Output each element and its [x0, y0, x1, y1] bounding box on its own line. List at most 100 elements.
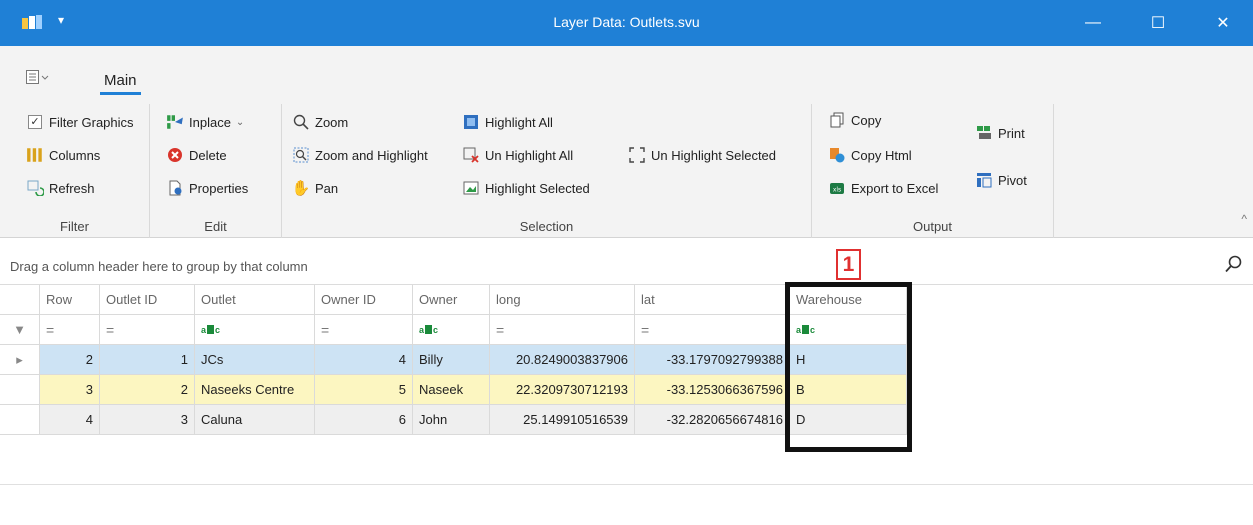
table-cell[interactable]: Naseek — [413, 375, 490, 405]
title-bar: ▾ Layer Data: Outlets.svu — ☐ ✕ — [0, 0, 1253, 46]
search-icon[interactable] — [1225, 255, 1243, 273]
table-cell[interactable]: 1 — [100, 345, 195, 375]
zoom-and-highlight-label: Zoom and Highlight — [315, 147, 428, 163]
pivot-button[interactable]: Pivot — [975, 169, 1027, 191]
table-cell[interactable]: 3 — [40, 375, 100, 405]
highlight-all-button[interactable]: Highlight All — [462, 111, 553, 133]
highlight-all-label: Highlight All — [485, 114, 553, 130]
columns-button[interactable]: Columns — [26, 144, 100, 166]
excel-icon: xls — [830, 183, 844, 194]
maximize-button[interactable]: ☐ — [1128, 0, 1188, 46]
equals-operator-icon: = — [106, 321, 114, 338]
un-highlight-selected-icon — [629, 147, 645, 163]
minimize-button[interactable]: — — [1063, 0, 1123, 46]
filter-row-icon: ▼ — [0, 315, 40, 345]
tab-main[interactable]: Main — [100, 72, 140, 95]
table-cell[interactable]: 3 — [100, 405, 195, 435]
row-indicator-header — [0, 285, 40, 315]
delete-button[interactable]: Delete — [166, 144, 227, 166]
table-cell[interactable]: -33.1797092799388 — [635, 345, 790, 375]
export-to-excel-button[interactable]: xls Export to Excel — [828, 177, 938, 199]
table-cell[interactable]: Caluna — [195, 405, 315, 435]
table-cell[interactable]: 2 — [100, 375, 195, 405]
filter-graphics-checkbox[interactable]: ✓ Filter Graphics — [26, 111, 134, 133]
table-cell[interactable]: 20.8249003837906 — [490, 345, 635, 375]
table-cell[interactable]: Naseeks Centre — [195, 375, 315, 405]
output-group: Copy Copy Html xls Export to Excel Print — [812, 104, 1054, 238]
hand-icon: ✋ — [291, 180, 311, 197]
inplace-dropdown[interactable]: Inplace ⌄ — [166, 111, 244, 133]
app-menu-icon[interactable] — [26, 70, 50, 84]
table-cell[interactable]: John — [413, 405, 490, 435]
print-label: Print — [998, 125, 1025, 141]
zoom-highlight-icon — [293, 147, 309, 163]
copy-button[interactable]: Copy — [828, 109, 881, 131]
group-by-panel[interactable]: Drag a column header here to group by th… — [0, 239, 1253, 285]
copy-icon — [830, 112, 844, 128]
table-cell[interactable]: 6 — [315, 405, 413, 435]
row-indicator[interactable] — [0, 375, 40, 405]
columns-label: Columns — [49, 147, 101, 163]
table-cell[interactable]: 2 — [40, 345, 100, 375]
table-cell[interactable]: Billy — [413, 345, 490, 375]
highlight-selected-icon — [463, 181, 479, 195]
edit-group-label: Edit — [204, 219, 227, 234]
annotation-number-badge: 1 — [836, 249, 861, 280]
pan-button[interactable]: ✋ Pan — [292, 177, 338, 199]
print-button[interactable]: Print — [975, 122, 1025, 144]
highlight-all-icon — [464, 115, 478, 129]
filter-cell-outlet-id[interactable]: = — [100, 315, 195, 345]
filter-cell-outlet[interactable]: ac — [195, 315, 315, 345]
refresh-button[interactable]: Refresh — [26, 177, 95, 199]
delete-label: Delete — [189, 147, 227, 163]
filter-cell-owner[interactable]: ac — [413, 315, 490, 345]
filter-cell-row[interactable]: = — [40, 315, 100, 345]
print-icon — [977, 126, 991, 139]
table-cell[interactable]: 5 — [315, 375, 413, 405]
table-cell[interactable]: 25.149910516539 — [490, 405, 635, 435]
highlight-selected-button[interactable]: Highlight Selected — [462, 177, 590, 199]
un-highlight-selected-button[interactable]: Un Highlight Selected — [628, 144, 776, 166]
filter-cell-lat[interactable]: = — [635, 315, 790, 345]
selection-group: Zoom Zoom and Highlight ✋ Pan Highlight … — [282, 104, 812, 238]
column-header-row[interactable]: Row — [40, 285, 100, 315]
focused-row-indicator[interactable]: ▸ — [0, 345, 40, 375]
filter-cell-long[interactable]: = — [490, 315, 635, 345]
filter-cell-owner-id[interactable]: = — [315, 315, 413, 345]
table-cell[interactable]: JCs — [195, 345, 315, 375]
zoom-and-highlight-button[interactable]: Zoom and Highlight — [292, 144, 428, 166]
close-button[interactable]: ✕ — [1193, 0, 1253, 46]
copy-html-button[interactable]: Copy Html — [828, 144, 912, 166]
contains-operator-icon: ac — [419, 324, 439, 335]
table-cell[interactable]: 4 — [40, 405, 100, 435]
columns-icon — [27, 148, 42, 162]
export-to-excel-label: Export to Excel — [851, 180, 939, 196]
data-grid: Row Outlet ID Outlet Owner ID Owner long… — [0, 285, 1253, 525]
equals-operator-icon: = — [641, 321, 649, 338]
column-header-outlet[interactable]: Outlet — [195, 285, 315, 315]
copy-label: Copy — [851, 112, 882, 128]
filter-group-label: Filter — [60, 219, 89, 234]
copy-html-icon — [830, 148, 845, 163]
column-header-long[interactable]: long — [490, 285, 635, 315]
column-header-lat[interactable]: lat — [635, 285, 790, 315]
column-header-owner[interactable]: Owner — [413, 285, 490, 315]
ribbon: Main ✓ Filter Graphics Columns Refresh F… — [0, 46, 1253, 238]
output-group-label: Output — [912, 219, 953, 234]
pan-label: Pan — [315, 180, 339, 196]
un-highlight-all-label: Un Highlight All — [485, 147, 574, 163]
table-cell[interactable]: 22.3209730712193 — [490, 375, 635, 405]
table-cell[interactable]: -33.1253066367596 — [635, 375, 790, 405]
table-cell[interactable]: -32.2820656674816 — [635, 405, 790, 435]
row-indicator[interactable] — [0, 405, 40, 435]
properties-button[interactable]: Properties — [166, 177, 248, 199]
column-header-owner-id[interactable]: Owner ID — [315, 285, 413, 315]
table-cell[interactable]: 4 — [315, 345, 413, 375]
properties-label: Properties — [189, 180, 249, 196]
column-header-outlet-id[interactable]: Outlet ID — [100, 285, 195, 315]
ribbon-tab-row: Main — [0, 46, 1253, 104]
zoom-button[interactable]: Zoom — [292, 111, 348, 133]
copy-html-label: Copy Html — [851, 147, 912, 163]
collapse-ribbon-button[interactable]: ^ — [1241, 212, 1247, 226]
un-highlight-all-button[interactable]: Un Highlight All — [462, 144, 573, 166]
